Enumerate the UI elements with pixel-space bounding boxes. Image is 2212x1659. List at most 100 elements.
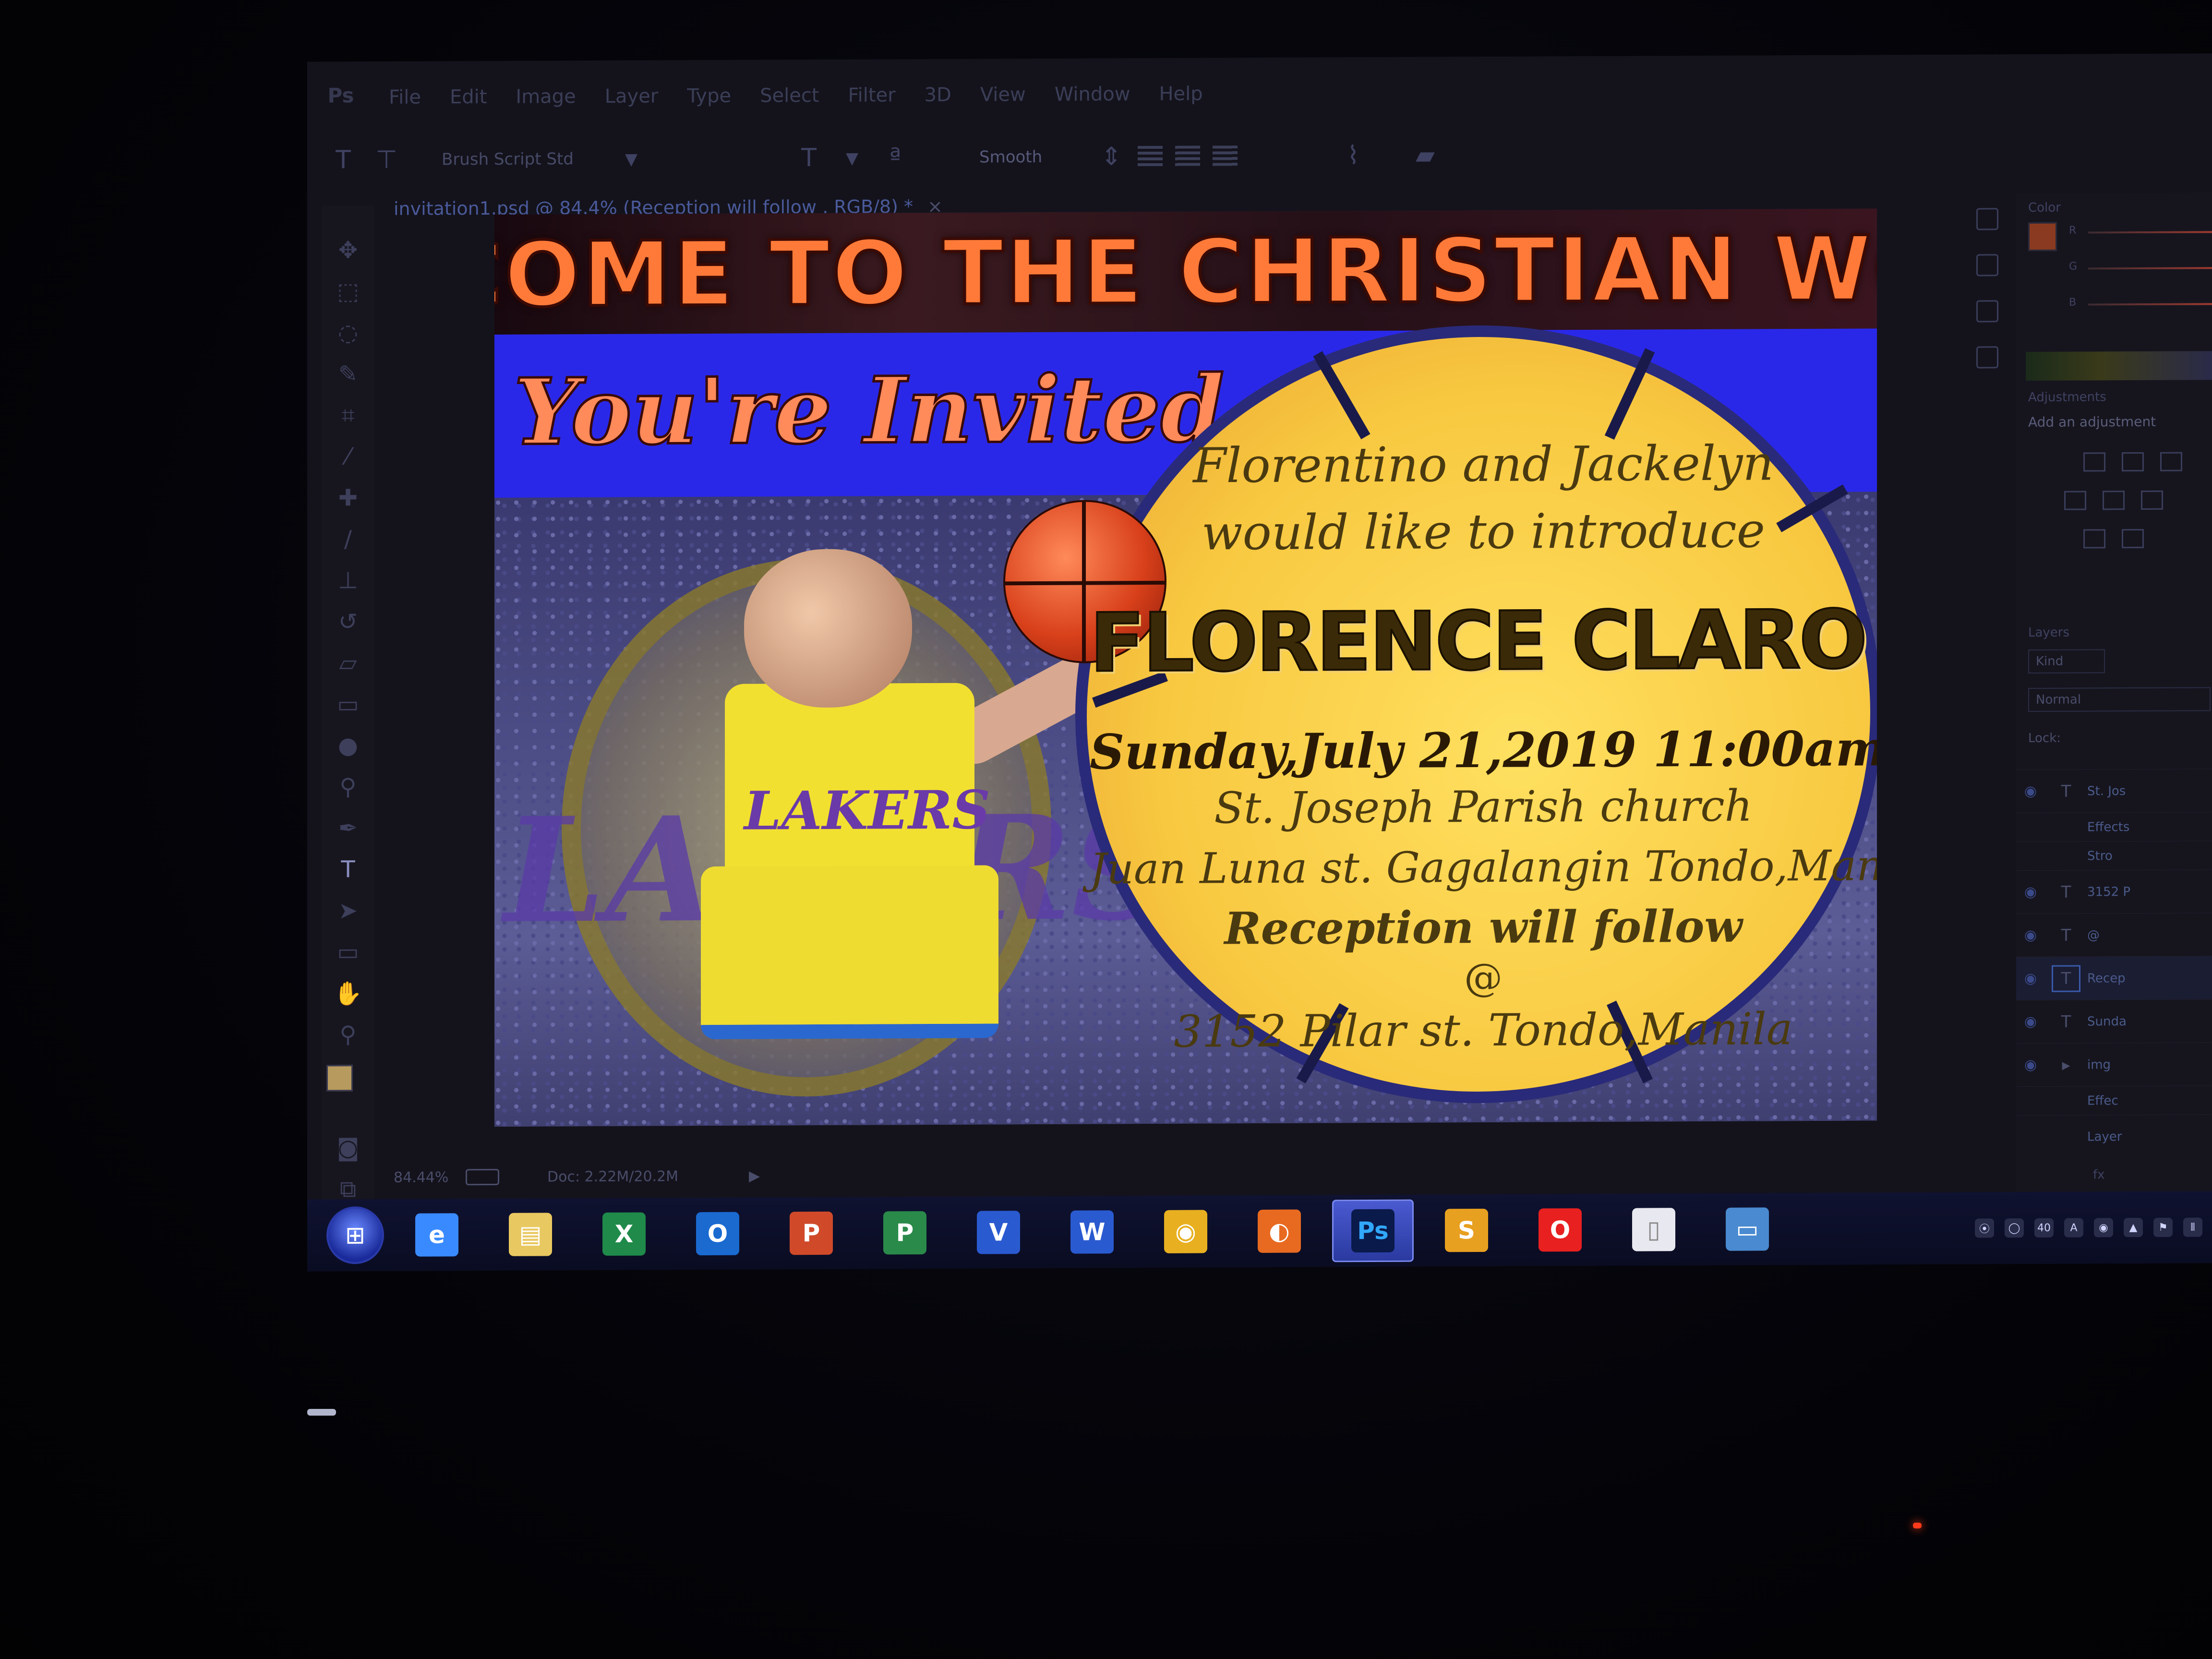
font-size-icon[interactable]: T — [792, 141, 826, 175]
visibility-eye-icon[interactable]: ◉ — [2016, 927, 2045, 944]
blue-slider[interactable] — [2088, 303, 2212, 306]
curves-adjust-icon[interactable] — [2160, 452, 2182, 471]
properties-panel-icon[interactable] — [1976, 254, 1998, 276]
menu-file[interactable]: File — [389, 86, 421, 108]
blend-mode-select[interactable]: Normal — [2028, 687, 2211, 712]
status-icon[interactable] — [466, 1168, 499, 1186]
brush-tool-icon[interactable]: ∕ — [331, 518, 365, 560]
taskbar-word-button[interactable]: W — [1051, 1201, 1133, 1263]
menu-3d[interactable]: 3D — [925, 84, 951, 106]
taskbar-sublime-button[interactable]: S — [1426, 1199, 1507, 1262]
layer-effects-row[interactable]: Effec — [2016, 1085, 2212, 1116]
tray-icon[interactable]: A — [2064, 1218, 2083, 1238]
eraser-tool-icon[interactable]: ▱ — [331, 642, 365, 684]
layer-effects-row[interactable]: Effects — [2016, 812, 2212, 842]
layer-effects-row[interactable]: Stro — [2016, 841, 2212, 871]
menu-window[interactable]: Window — [1055, 83, 1130, 106]
type-tool-icon[interactable]: T — [331, 849, 365, 890]
green-slider[interactable] — [2088, 267, 2212, 270]
layer-row[interactable]: ◉ T @ — [2016, 913, 2212, 957]
taskbar-project-button[interactable]: P — [864, 1202, 946, 1264]
visibility-eye-icon[interactable]: ◉ — [2016, 1013, 2045, 1030]
menu-select[interactable]: Select — [760, 84, 819, 107]
move-tool-icon[interactable]: ✥ — [331, 229, 365, 271]
layer-group-row[interactable]: ◉ ▸ img — [2016, 1042, 2212, 1087]
visibility-eye-icon[interactable]: ◉ — [2016, 1057, 2045, 1073]
taskbar-powerpoint-button[interactable]: P — [770, 1202, 852, 1265]
zoom-tool-icon[interactable]: ⚲ — [331, 1014, 365, 1055]
tray-icon[interactable]: ▲ — [2124, 1217, 2143, 1238]
start-button[interactable]: ⊞ — [326, 1206, 384, 1264]
chevron-updown-icon[interactable]: ⇕ — [1094, 140, 1128, 173]
layer-kind-filter[interactable]: Kind — [2028, 649, 2105, 674]
history-panel-icon[interactable] — [1976, 208, 1998, 230]
color-panel-title[interactable]: Color — [2028, 201, 2061, 215]
menu-image[interactable]: Image — [516, 85, 576, 108]
menu-help[interactable]: Help — [1159, 83, 1202, 105]
layers-panel-title[interactable]: Layers — [2028, 625, 2069, 640]
layer-name[interactable]: Recep — [2087, 971, 2198, 986]
type-tool-icon[interactable]: T — [326, 143, 360, 177]
layer-row[interactable]: ◉ T St. Jos — [2016, 769, 2212, 813]
tray-icon[interactable]: ⚑ — [2153, 1217, 2173, 1237]
lasso-tool-icon[interactable]: ◌ — [331, 312, 365, 353]
menu-type[interactable]: Type — [687, 85, 731, 107]
blur-tool-icon[interactable]: ● — [331, 725, 365, 766]
shape-tool-icon[interactable]: ▭ — [331, 931, 365, 973]
color-spectrum[interactable] — [2026, 351, 2212, 381]
taskbar-visio-button[interactable]: V — [958, 1201, 1039, 1264]
layer-name[interactable]: 3152 P — [2087, 884, 2198, 899]
antialias-select[interactable]: Smooth — [979, 147, 1094, 167]
font-family-select[interactable]: Brush Script Std — [442, 149, 614, 169]
hand-tool-icon[interactable]: ✋ — [331, 973, 365, 1014]
visibility-eye-icon[interactable]: ◉ — [2016, 783, 2045, 800]
layer-name[interactable]: Effects — [2087, 819, 2198, 834]
path-select-tool-icon[interactable]: ➤ — [331, 890, 365, 931]
adjustments-panel-title[interactable]: Adjustments — [2028, 390, 2106, 405]
quick-select-tool-icon[interactable]: ✎ — [331, 353, 365, 395]
healing-brush-tool-icon[interactable]: ✚ — [331, 477, 365, 518]
brightness-adjust-icon[interactable] — [2083, 452, 2105, 472]
red-slider[interactable] — [2088, 231, 2212, 234]
gradient-map-adjust-icon[interactable] — [2122, 529, 2144, 549]
dodge-tool-icon[interactable]: ⚲ — [331, 766, 365, 807]
layer-row[interactable]: ◉ T Sunda — [2016, 999, 2212, 1044]
taskbar-excel-button[interactable]: X — [583, 1202, 665, 1265]
visibility-eye-icon[interactable]: ◉ — [2016, 884, 2045, 901]
taskbar-firefox-button[interactable]: ◐ — [1238, 1200, 1320, 1262]
toggle-orientation-icon[interactable]: ⊤ — [370, 143, 403, 177]
eyedropper-tool-icon[interactable]: ⁄ — [331, 436, 365, 477]
taskbar-opera-button[interactable]: O — [1519, 1199, 1601, 1262]
tray-icon[interactable]: ⦿ — [1975, 1218, 1994, 1238]
taskbar-outlook-button[interactable]: O — [677, 1202, 758, 1265]
taskbar-internet-explorer-button[interactable]: e — [396, 1203, 478, 1266]
layer-name[interactable]: Effec — [2087, 1093, 2198, 1108]
hue-adjust-icon[interactable] — [2064, 491, 2086, 510]
status-menu-arrow-icon[interactable]: ▶ — [749, 1167, 760, 1184]
foreground-color[interactable] — [326, 1065, 353, 1092]
menu-view[interactable]: View — [980, 84, 1026, 106]
color-panel-swatch[interactable] — [2028, 222, 2057, 252]
paragraph-panel-icon[interactable] — [1976, 346, 1998, 369]
color-swatches[interactable] — [326, 1065, 370, 1108]
visibility-eye-icon[interactable]: ◉ — [2016, 970, 2045, 987]
levels-adjust-icon[interactable] — [2122, 452, 2144, 472]
layer-row[interactable]: Layer — [2016, 1114, 2212, 1159]
quick-mask-icon[interactable]: ◙ — [331, 1127, 365, 1168]
character-panel-icon[interactable]: ▰ — [1408, 138, 1442, 172]
history-brush-tool-icon[interactable]: ↺ — [331, 601, 365, 642]
pen-tool-icon[interactable]: ✒ — [331, 807, 365, 849]
align-left-icon[interactable] — [1138, 145, 1163, 168]
layer-name[interactable]: Layer — [2087, 1129, 2198, 1144]
marquee-tool-icon[interactable]: ⬚ — [331, 271, 365, 312]
clone-stamp-tool-icon[interactable]: ⊥ — [331, 560, 365, 601]
align-right-icon[interactable] — [1213, 145, 1238, 167]
layer-name[interactable]: St. Jos — [2087, 783, 2198, 798]
chevron-down-icon[interactable]: ▾ — [614, 142, 648, 176]
tray-icon[interactable]: ⦀ — [2183, 1217, 2202, 1237]
tray-icon[interactable]: ◉ — [2094, 1218, 2113, 1238]
taskbar-file-explorer-button[interactable]: ▤ — [490, 1203, 571, 1266]
layer-name[interactable]: img — [2087, 1057, 2198, 1072]
menu-edit[interactable]: Edit — [450, 86, 487, 108]
chevron-down-icon[interactable]: ▾ — [835, 141, 869, 175]
